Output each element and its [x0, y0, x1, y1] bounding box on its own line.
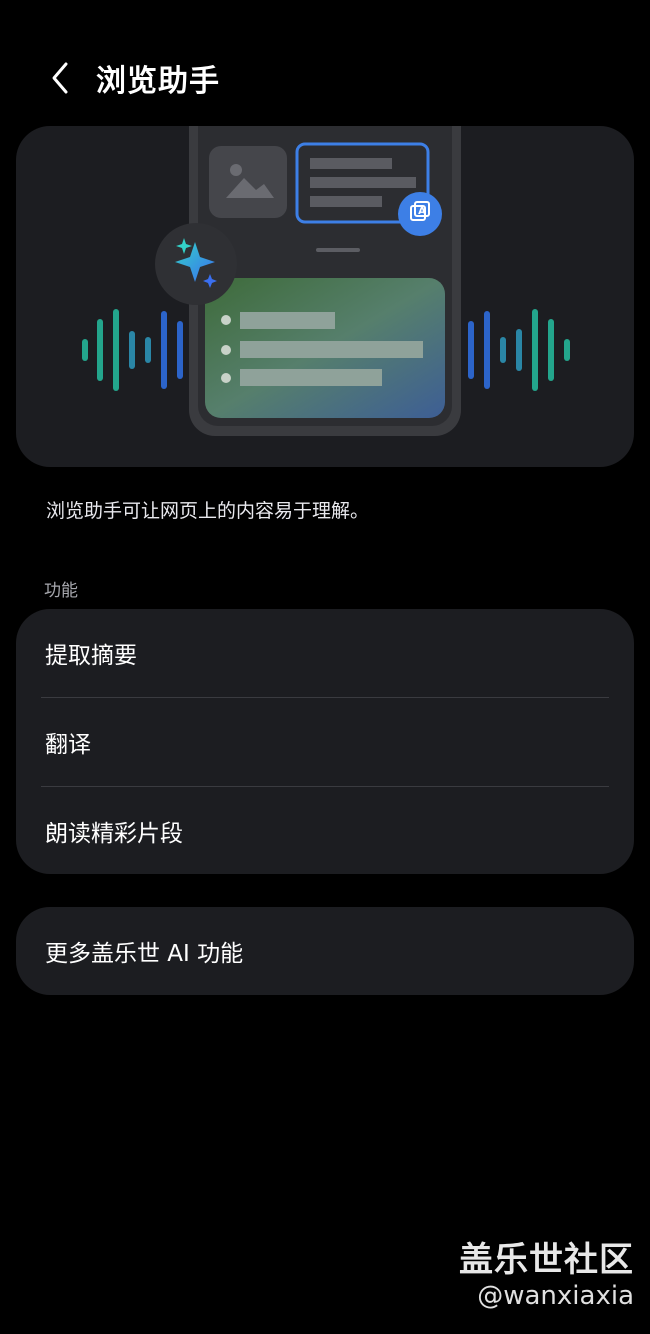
feature-item-translate[interactable]: 翻译: [16, 698, 634, 786]
svg-text:A: A: [418, 206, 426, 217]
description-text: 浏览助手可让网页上的内容易于理解。: [46, 500, 370, 522]
more-galaxy-ai-button[interactable]: 更多盖乐世 AI 功能: [16, 907, 634, 995]
feature-item-label: 提取摘要: [45, 643, 137, 669]
section-title-features: 功能: [44, 581, 78, 601]
watermark-brand: 盖乐世社区: [459, 1240, 634, 1280]
features-list: 提取摘要 翻译 朗读精彩片段: [16, 609, 634, 874]
translate-icon: A: [398, 192, 442, 236]
sparkle-icon: [155, 223, 237, 305]
page-title: 浏览助手: [96, 64, 220, 99]
top-app-bar: 浏览助手: [40, 50, 220, 106]
more-galaxy-ai-card: 更多盖乐世 AI 功能: [16, 907, 634, 995]
watermark-handle: @wanxiaxia: [477, 1281, 634, 1311]
feature-illustration: A: [16, 126, 634, 467]
illustration-svg: A: [82, 126, 570, 436]
back-button[interactable]: [40, 58, 80, 98]
chevron-left-icon: [52, 62, 68, 94]
summary-card: [205, 278, 445, 418]
sound-wave-left: [82, 309, 183, 391]
feature-item-summary[interactable]: 提取摘要: [16, 609, 634, 697]
feature-item-label: 朗读精彩片段: [45, 821, 183, 847]
feature-item-label: 翻译: [45, 732, 91, 758]
more-galaxy-ai-label: 更多盖乐世 AI 功能: [45, 941, 244, 967]
feature-item-read-aloud[interactable]: 朗读精彩片段: [16, 787, 634, 875]
sound-wave-right: [468, 309, 570, 391]
image-icon: [209, 146, 287, 218]
